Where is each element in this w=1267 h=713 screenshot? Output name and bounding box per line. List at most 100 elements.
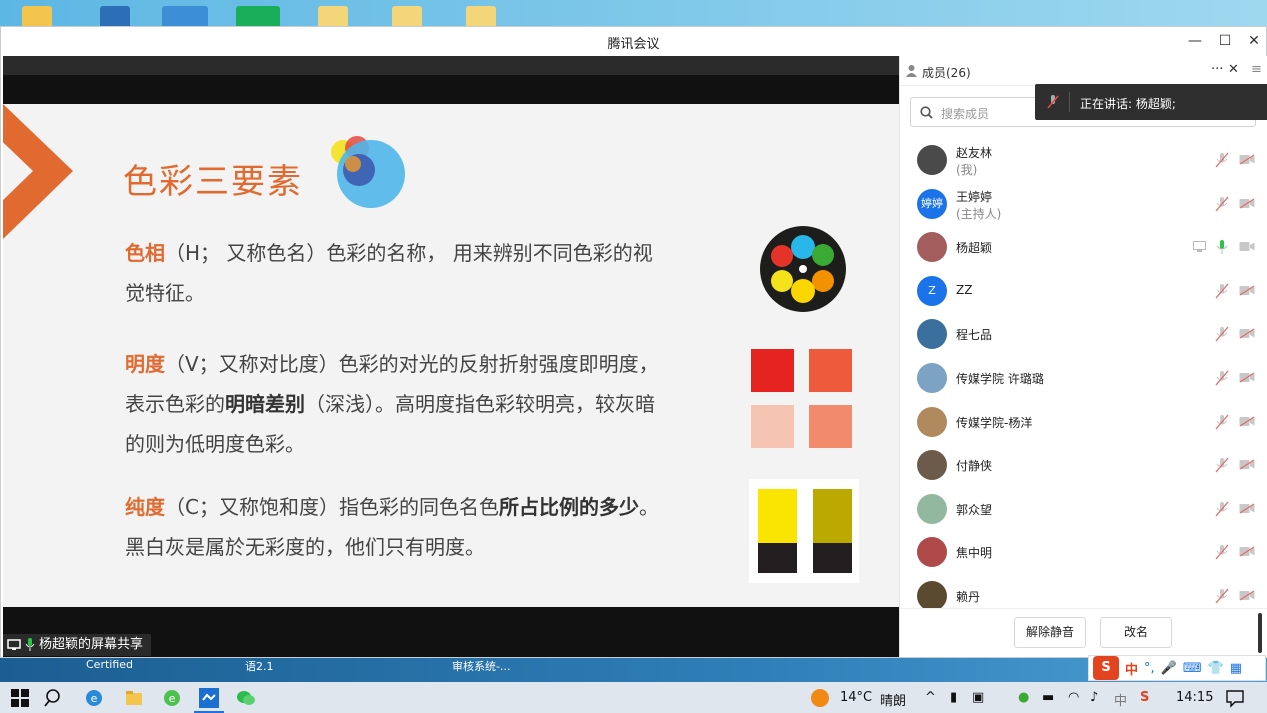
folder-icon[interactable] — [466, 6, 496, 26]
meeting-window: 腾讯会议 — ☐ ✕ 色彩三要素 色相（H； 又称色名）色彩的名称， 用来辨别不… — [0, 26, 1267, 658]
member-row[interactable]: 付静侠 — [900, 443, 1267, 487]
background-text: Certified — [86, 658, 134, 671]
windows-start-icon[interactable] — [10, 688, 30, 708]
weather-condition[interactable]: 晴朗 — [880, 690, 906, 709]
tencent-meeting-taskbar-icon[interactable] — [199, 688, 219, 708]
mic-muted-icon[interactable] — [1215, 588, 1229, 604]
member-role: (主持人) — [956, 206, 1002, 221]
avatar — [917, 232, 947, 263]
mic-muted-icon[interactable] — [1215, 414, 1229, 430]
panel-menu-icon[interactable]: ≡ — [1251, 62, 1262, 77]
ime-language-toggle[interactable]: 中 — [1125, 659, 1138, 678]
member-row[interactable]: Z ZZ — [900, 269, 1267, 313]
avatar — [917, 319, 947, 350]
person-icon — [906, 65, 917, 77]
member-row[interactable]: 程七品 — [900, 312, 1267, 356]
mic-muted-icon[interactable] — [1215, 544, 1229, 560]
clock-time[interactable]: 14:15 — [1176, 690, 1213, 705]
camera-off-icon[interactable] — [1239, 328, 1255, 339]
wifi-icon[interactable]: ◠ — [1068, 690, 1079, 705]
more-options-button[interactable]: ··· — [1211, 62, 1223, 77]
mic-active-icon[interactable] — [1215, 239, 1229, 255]
member-row[interactable]: 传媒学院-杨洋 — [900, 400, 1267, 444]
mic-muted-icon[interactable] — [1215, 283, 1229, 299]
tray-app-icon[interactable]: ● — [1018, 690, 1029, 705]
screen-share-view[interactable]: 色彩三要素 色相（H； 又称色名）色彩的名称， 用来辨别不同色彩的视觉特征。 明… — [3, 56, 899, 657]
folder-icon[interactable] — [22, 6, 52, 26]
camera-off-icon[interactable] — [1239, 372, 1255, 383]
mic-active-icon — [25, 638, 35, 651]
ime-keyboard-icon[interactable]: ⌨ — [1183, 661, 1202, 676]
member-row[interactable]: 赵友林 (我) — [900, 138, 1267, 182]
ie-browser-icon[interactable]: e — [162, 688, 182, 708]
avatar — [917, 537, 947, 568]
panel-close-button[interactable]: ✕ — [1228, 62, 1239, 77]
weather-sun-icon[interactable] — [810, 688, 830, 708]
value-paragraph: 明度（V；又称对比度）色彩的对光的反射折射强度即明度， 表示色彩的明暗差别（深浅… — [125, 344, 665, 464]
camera-off-icon[interactable] — [1239, 154, 1255, 165]
mic-muted-icon[interactable] — [1215, 196, 1229, 212]
member-row[interactable]: 传媒学院 许璐璐 — [900, 356, 1267, 400]
sogou-logo-icon[interactable]: S — [1093, 656, 1119, 680]
document-folder-icon[interactable] — [318, 6, 348, 26]
member-row[interactable]: 焦中明 — [900, 530, 1267, 574]
tray-expand-icon[interactable]: ^ — [925, 690, 936, 705]
ime-apps-icon[interactable]: ▦ — [1230, 661, 1242, 676]
saturation-paragraph: 纯度（C；又称饱和度）指色彩的同色名色所占比例的多少。黑白灰是属於无彩度的，他们… — [125, 487, 665, 567]
file-explorer-icon[interactable] — [124, 688, 144, 708]
camera-off-icon[interactable] — [1239, 198, 1255, 209]
avatar — [917, 580, 947, 608]
volume-icon[interactable]: ♪ — [1090, 690, 1098, 705]
ime-indicator[interactable]: 中 — [1114, 690, 1127, 709]
wechat-icon[interactable] — [236, 688, 256, 708]
member-row[interactable]: 婷婷 王婷婷 (主持人) — [900, 182, 1267, 226]
mic-muted-icon[interactable] — [1215, 152, 1229, 168]
weather-temperature[interactable]: 14°C — [840, 690, 872, 705]
camera-off-icon[interactable] — [1239, 285, 1255, 296]
close-button[interactable]: ✕ — [1243, 31, 1265, 51]
ime-punctuation-toggle[interactable]: °, — [1144, 661, 1155, 676]
camera-off-icon[interactable] — [1239, 459, 1255, 470]
notification-icon[interactable] — [1225, 688, 1245, 708]
camera-off-icon[interactable] — [1239, 416, 1255, 427]
maximize-button[interactable]: ☐ — [1214, 31, 1236, 51]
unmute-all-button[interactable]: 解除静音 — [1014, 617, 1086, 648]
mic-muted-icon[interactable] — [1215, 501, 1229, 517]
presentation-slide: 色彩三要素 色相（H； 又称色名）色彩的名称， 用来辨别不同色彩的视觉特征。 明… — [3, 104, 899, 607]
avatar — [917, 145, 947, 175]
tray-display-icon[interactable]: ▣ — [972, 690, 984, 705]
title-bar: 腾讯会议 — ☐ ✕ — [1, 27, 1266, 56]
window-title: 腾讯会议 — [607, 37, 660, 52]
monitor-icon[interactable] — [100, 6, 130, 26]
tray-mic-icon[interactable]: ▮ — [950, 690, 957, 705]
ime-toolbar[interactable]: S 中 °, 🎤 ⌨ 👕 ▦ — [1088, 655, 1266, 681]
folder-icon[interactable] — [392, 6, 422, 26]
wechat-work-icon[interactable] — [236, 6, 280, 26]
mic-muted-icon[interactable] — [1215, 457, 1229, 473]
browser-icon[interactable]: e — [84, 688, 104, 708]
minimize-button[interactable]: — — [1184, 31, 1206, 51]
mic-muted-icon[interactable] — [1215, 370, 1229, 386]
saturation-swatch-box — [749, 479, 859, 583]
member-list[interactable]: 赵友林 (我) 婷婷 王婷婷 (主持人) 杨超颖 Z ZZ 程七品 传媒学院 许璐璐 传媒学院-杨洋… — [900, 138, 1267, 608]
background-text: 审核系统-... — [452, 660, 511, 673]
search-icon[interactable] — [44, 688, 64, 708]
member-name: 郭众望 — [956, 502, 993, 517]
camera-off-icon[interactable] — [1239, 241, 1255, 252]
member-count-title: 成员(26) — [922, 66, 971, 80]
camera-off-icon[interactable] — [1239, 590, 1255, 601]
member-row[interactable]: 赖丹 — [900, 574, 1267, 608]
member-row[interactable]: 杨超颖 — [900, 225, 1267, 269]
mic-muted-icon[interactable] — [1215, 326, 1229, 342]
rename-button[interactable]: 改名 — [1100, 617, 1172, 648]
saturation-text-a: （C；又称饱和度）指色彩的同色名色 — [165, 495, 499, 519]
app-folder-icon[interactable] — [162, 6, 208, 26]
camera-off-icon[interactable] — [1239, 546, 1255, 557]
battery-icon[interactable]: ▬ — [1042, 690, 1054, 705]
ime-skin-icon[interactable]: 👕 — [1208, 661, 1224, 676]
sogou-tray-icon[interactable]: S — [1140, 690, 1149, 705]
camera-off-icon[interactable] — [1239, 503, 1255, 514]
member-name: 付静侠 — [956, 459, 993, 474]
ime-mic-icon[interactable]: 🎤 — [1161, 661, 1177, 676]
member-row[interactable]: 郭众望 — [900, 487, 1267, 531]
